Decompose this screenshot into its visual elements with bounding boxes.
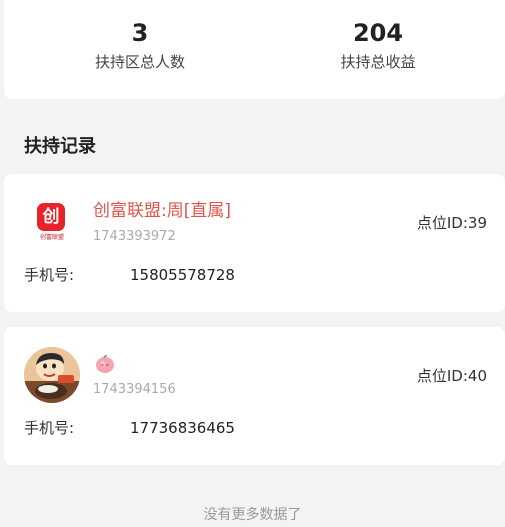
phone-value: 15805578728 <box>130 266 235 284</box>
stat-total-people-value: 3 <box>131 19 149 47</box>
phone-label: 手机号: <box>24 266 75 284</box>
stats-card: 3 扶持区总人数 204 扶持总收益 <box>4 0 505 99</box>
record-slot-id: 点位ID:40 <box>417 365 487 387</box>
stat-total-income-label: 扶持总收益 <box>340 53 416 71</box>
peach-emoji-icon <box>94 354 116 374</box>
record-card[interactable]: 1743394156 点位ID:40 手机号: 17736836465 <box>4 327 505 465</box>
cartoon-avatar-icon <box>24 347 80 403</box>
stat-total-people-label: 扶持区总人数 <box>94 53 185 71</box>
stat-total-people: 3 扶持区总人数 <box>40 0 240 73</box>
record-uid: 1743393972 <box>93 229 176 244</box>
record-name: 创富联盟:周[直属] <box>93 201 231 221</box>
slot-id-value: 40 <box>467 367 487 385</box>
stat-total-income-value: 204 <box>352 19 404 47</box>
record-slot-id: 点位ID:39 <box>417 212 487 234</box>
record-card[interactable]: 创 创富联盟 创富联盟:周[直属] 1743393972 点位ID:39 手机号… <box>4 174 505 312</box>
section-title: 扶持记录 <box>24 136 96 157</box>
phone-value: 17736836465 <box>130 419 235 437</box>
stat-total-income: 204 扶持总收益 <box>278 0 478 73</box>
slot-id-value: 39 <box>467 214 487 232</box>
brand-logo-mark: 创 <box>37 203 65 231</box>
no-more-data-text: 没有更多数据了 <box>203 507 302 523</box>
slot-id-label: 点位ID: <box>416 367 468 385</box>
brand-logo-icon: 创 创富联盟 <box>24 194 80 250</box>
phone-label: 手机号: <box>24 419 75 437</box>
slot-id-label: 点位ID: <box>416 214 468 232</box>
record-uid: 1743394156 <box>93 382 176 397</box>
brand-logo-text: 创富联盟 <box>39 234 64 241</box>
